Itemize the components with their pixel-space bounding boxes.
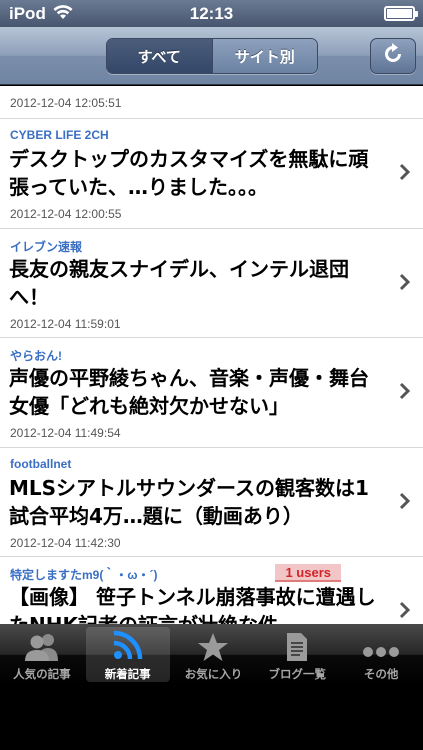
user-count-badge: 1 users	[275, 564, 341, 582]
list-item[interactable]: 特定しますたm9(｀・ω・´) 1 users 【画像】 笹子トンネル崩落事故に…	[0, 557, 423, 624]
star-icon	[197, 628, 229, 662]
tab-new-articles[interactable]: 新着記事	[85, 627, 170, 682]
list-item[interactable]: 2012-12-04 12:05:51	[0, 86, 423, 119]
tab-other[interactable]: その他	[339, 624, 423, 685]
status-bar: iPod 12:13	[0, 0, 423, 27]
chevron-right-icon	[399, 273, 411, 295]
list-item[interactable]: やらおん! 声優の平野綾ちゃん、音楽・声優・舞台女優「どれも絶対欠かせない」 2…	[0, 338, 423, 448]
article-date: 2012-12-04 12:00:55	[10, 207, 122, 221]
people-icon	[22, 628, 62, 662]
article-title: 長友の親友スナイデル、インテル退団へ！	[9, 257, 349, 309]
tab-blog-list[interactable]: ブログ一覧	[255, 624, 339, 685]
more-icon	[361, 628, 401, 662]
article-source: CYBER LIFE 2CH	[10, 128, 109, 142]
chevron-right-icon	[399, 163, 411, 185]
rss-icon	[111, 628, 145, 662]
status-time: 12:13	[189, 4, 234, 23]
article-title: デスクトップのカスタマイズを無駄に頑張っていた、…りました。。。	[9, 147, 369, 199]
article-source: イレブン速報	[10, 240, 83, 254]
tab-label: その他	[363, 667, 399, 681]
battery-icon	[384, 6, 418, 21]
refresh-button[interactable]	[370, 38, 416, 74]
tab-favorites[interactable]: お気に入り	[172, 624, 256, 685]
article-date: 2012-12-04 11:42:30	[10, 536, 121, 550]
refresh-icon	[381, 42, 405, 70]
article-source: footballnet	[10, 457, 72, 471]
list-item[interactable]: footballnet MLSシアトルサウンダースの観客数は1試合平均4万…題に…	[0, 448, 423, 557]
article-title: MLSシアトルサウンダースの観客数は1試合平均4万…題に（動画あり）	[9, 476, 369, 528]
chevron-right-icon	[399, 601, 411, 623]
article-title: 【画像】 笹子トンネル崩落事故に遭遇したNHK記者の証言が壮絶な件	[9, 585, 376, 624]
tab-label: 人気の記事	[13, 667, 71, 681]
list-item[interactable]: イレブン速報 長友の親友スナイデル、インテル退団へ！ 2012-12-04 11…	[0, 229, 423, 338]
article-list: 2012-12-04 12:05:51 CYBER LIFE 2CH デスクトッ…	[0, 86, 423, 624]
segment-by-site[interactable]: サイト別	[211, 39, 317, 73]
navigation-bar: すべて サイト別	[0, 27, 423, 85]
list-item[interactable]: CYBER LIFE 2CH デスクトップのカスタマイズを無駄に頑張っていた、……	[0, 119, 423, 229]
tab-popular-articles[interactable]: 人気の記事	[0, 624, 84, 685]
article-date: 2012-12-04 11:49:54	[10, 426, 121, 440]
article-title: 声優の平野綾ちゃん、音楽・声優・舞台女優「どれも絶対欠かせない」	[9, 366, 369, 418]
chevron-right-icon	[399, 492, 411, 514]
tab-bar: 人気の記事 新着記事 お気に入り ブログ一覧 その他	[0, 624, 423, 685]
article-source: やらおん!	[10, 349, 62, 363]
tab-label: お気に入り	[184, 667, 243, 681]
segment-all[interactable]: すべて	[107, 39, 212, 73]
filter-segmented-control: すべて サイト別	[106, 38, 318, 74]
screen-bottom-area	[0, 685, 423, 750]
article-source: 特定しますたm9(｀・ω・´)	[10, 568, 158, 582]
article-date: 2012-12-04 11:59:01	[10, 317, 121, 331]
article-date: 2012-12-04 12:05:51	[10, 96, 122, 110]
tab-label: ブログ一覧	[268, 667, 327, 681]
chevron-right-icon	[399, 382, 411, 404]
document-icon	[285, 628, 309, 662]
tab-label: 新着記事	[104, 667, 151, 681]
